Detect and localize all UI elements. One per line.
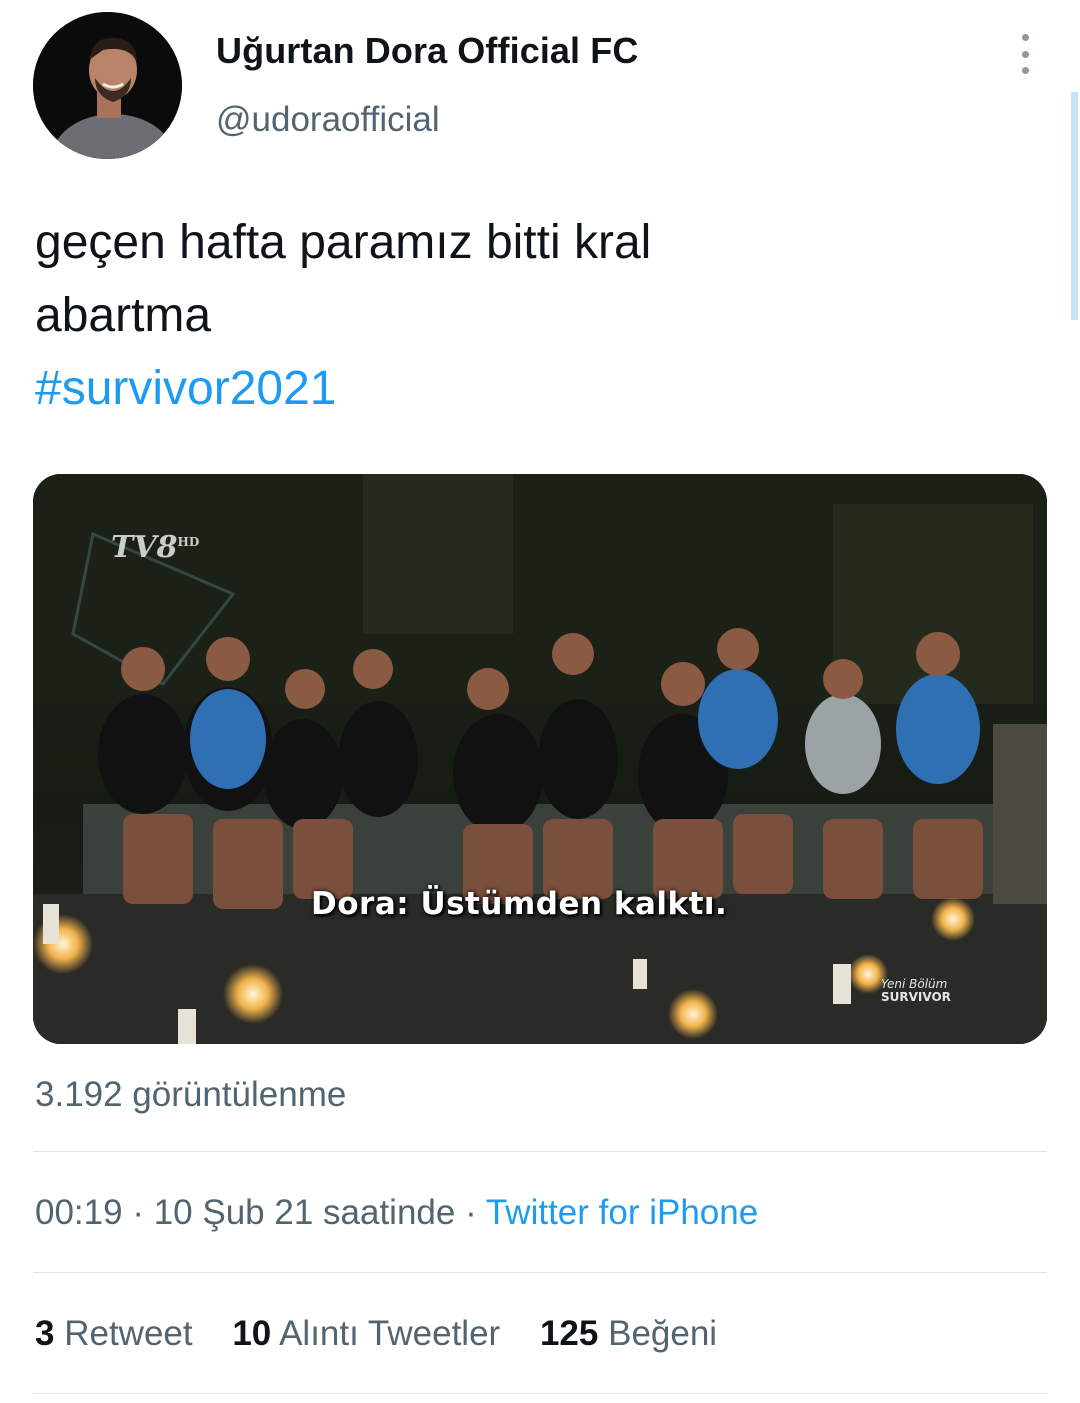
tweet-text-line: abartma — [35, 289, 212, 342]
likes-count: 125 — [539, 1314, 599, 1353]
quotes-count: 10 — [232, 1314, 272, 1353]
divider — [33, 1151, 1047, 1152]
hashtag-link[interactable]: #survivor2021 — [35, 352, 1015, 425]
likes-stat[interactable]: 125 Beğeni — [540, 1314, 717, 1353]
tweet-media-video[interactable]: TV8HD Dora: Üstümden kalktı. Yeni Bölüm … — [33, 474, 1047, 1044]
watermark-line-2: SURVIVOR — [881, 990, 951, 1004]
tweet-time[interactable]: 00:19 — [35, 1193, 123, 1232]
retweets-label: Retweet — [64, 1314, 193, 1353]
engagement-stats: 3 Retweet 10 Alıntı Tweetler 125 Beğeni — [35, 1314, 747, 1354]
divider — [33, 1393, 1047, 1394]
tweet-text: geçen hafta paramız bitti kral abartma #… — [35, 206, 1015, 425]
avatar-image — [33, 12, 182, 159]
retweets-count: 3 — [35, 1314, 55, 1353]
retweets-stat[interactable]: 3 Retweet — [35, 1314, 193, 1353]
divider — [33, 1272, 1047, 1273]
quote-tweets-stat[interactable]: 10 Alıntı Tweetler — [232, 1314, 500, 1353]
tweet-source-link[interactable]: Twitter for iPhone — [486, 1193, 758, 1232]
tweet-text-line: geçen hafta paramız bitti kral — [35, 216, 652, 269]
tv8-logo-hd: HD — [177, 535, 200, 549]
meta-separator: · — [132, 1193, 144, 1232]
scrollbar-thumb[interactable] — [1071, 92, 1078, 320]
survivor-watermark: Yeni Bölüm SURVIVOR — [881, 978, 951, 1004]
tv8-logo: TV8HD — [111, 530, 199, 565]
tweet-date[interactable]: 10 Şub 21 saatinde — [154, 1193, 456, 1232]
view-count: 3.192 görüntülenme — [35, 1075, 347, 1114]
tv8-logo-text: TV8 — [111, 530, 178, 565]
video-subtitle: Dora: Üstümden kalktı. — [311, 886, 727, 922]
meta-separator: · — [465, 1193, 477, 1232]
author-name[interactable]: Uğurtan Dora Official FC — [216, 30, 638, 72]
author-avatar[interactable] — [33, 12, 182, 159]
tweet-metadata: 00:19 · 10 Şub 21 saatinde · Twitter for… — [35, 1193, 758, 1233]
subtitle-text: Üstümden kalktı. — [420, 886, 728, 922]
subtitle-speaker: Dora: — [311, 886, 410, 922]
more-options-icon[interactable] — [1010, 34, 1040, 74]
dot — [1021, 34, 1029, 41]
dot — [1021, 67, 1029, 74]
quotes-label: Alıntı Tweetler — [279, 1314, 501, 1353]
author-handle[interactable]: @udoraofficial — [216, 100, 440, 140]
likes-label: Beğeni — [608, 1314, 718, 1353]
dot — [1021, 50, 1029, 58]
